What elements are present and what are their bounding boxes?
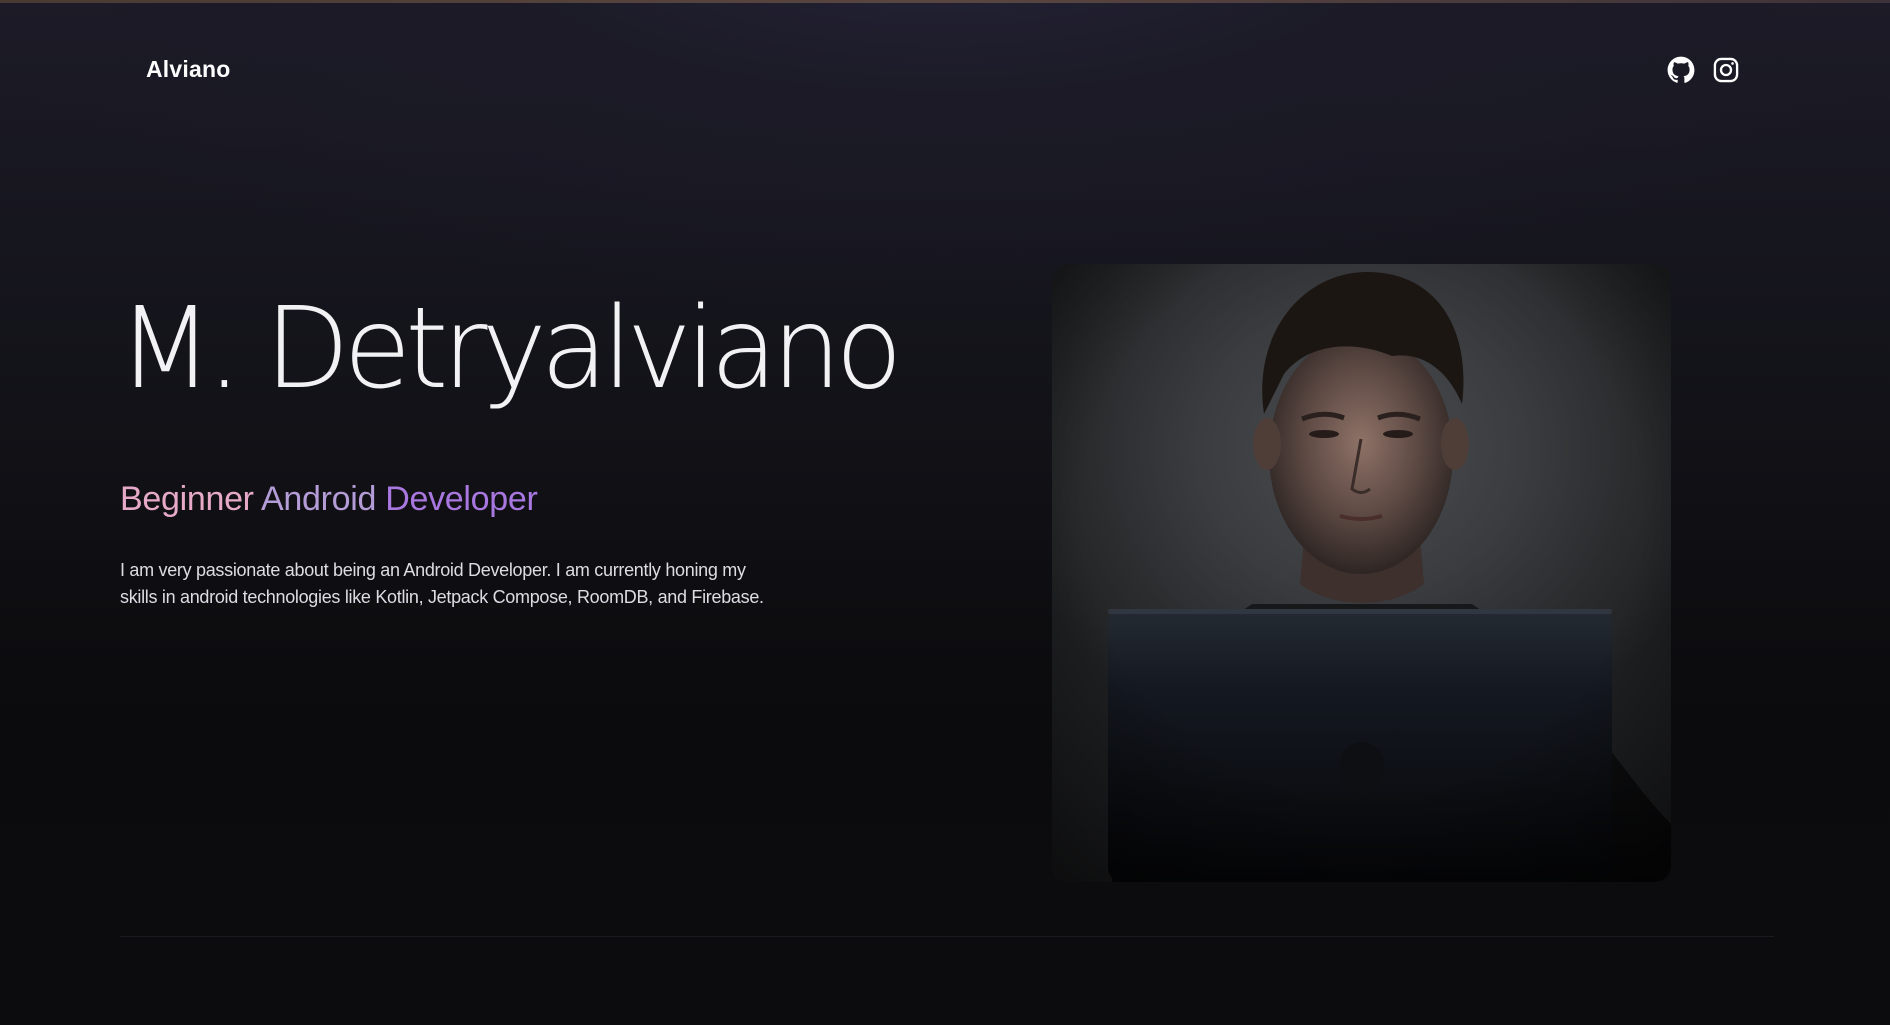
role-word-3: Developer <box>385 480 538 518</box>
site-header: Alviano <box>0 0 1890 140</box>
role-word-2: Android <box>260 480 377 518</box>
instagram-icon <box>1712 56 1740 84</box>
github-icon <box>1667 56 1695 84</box>
bio-paragraph: I am very passionate about being an Andr… <box>120 560 764 607</box>
github-link[interactable] <box>1667 56 1695 84</box>
role-subtitle: Beginner Android Developer <box>120 480 538 519</box>
instagram-link[interactable] <box>1712 56 1740 84</box>
brand-logo-link[interactable]: Alviano <box>146 56 230 83</box>
section-divider <box>120 936 1774 937</box>
hero-name-heading: M. Detryalviano <box>118 282 903 414</box>
role-word-1: Beginner <box>120 480 254 518</box>
profile-photo <box>1052 264 1671 882</box>
hero-section: M. Detryalviano Beginner Android Develop… <box>0 0 1890 1025</box>
